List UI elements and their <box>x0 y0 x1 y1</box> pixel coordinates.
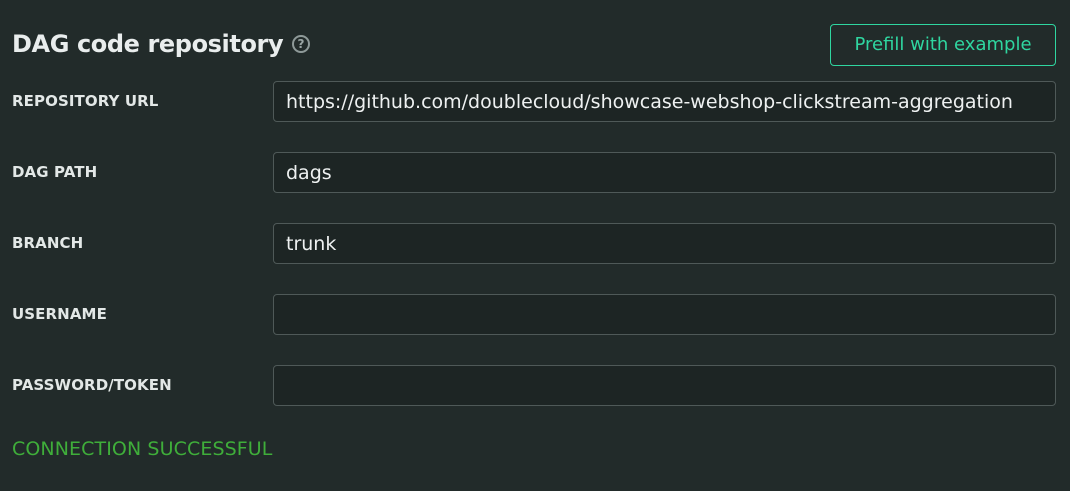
page-title: DAG code repository <box>12 30 284 58</box>
dag-path-input[interactable] <box>273 152 1056 193</box>
username-label: USERNAME <box>12 305 107 323</box>
branch-row: BRANCH <box>12 223 1056 264</box>
password-token-input[interactable] <box>273 365 1056 406</box>
repository-url-input[interactable] <box>273 81 1056 122</box>
branch-label: BRANCH <box>12 234 84 252</box>
dag-path-label: DAG PATH <box>12 163 98 181</box>
password-token-row: PASSWORD/TOKEN <box>12 365 1056 406</box>
branch-input[interactable] <box>273 223 1056 264</box>
password-token-label: PASSWORD/TOKEN <box>12 376 172 394</box>
connection-status: CONNECTION SUCCESSFUL <box>12 438 273 460</box>
repository-url-label: REPOSITORY URL <box>12 92 159 110</box>
section-header: DAG code repository ? Prefill with examp… <box>12 24 1056 66</box>
dag-path-row: DAG PATH <box>12 152 1056 193</box>
username-input[interactable] <box>273 294 1056 335</box>
repository-url-row: REPOSITORY URL <box>12 81 1056 122</box>
question-circle-icon[interactable]: ? <box>292 35 310 53</box>
username-row: USERNAME <box>12 294 1056 335</box>
prefill-with-example-button[interactable]: Prefill with example <box>830 24 1056 66</box>
